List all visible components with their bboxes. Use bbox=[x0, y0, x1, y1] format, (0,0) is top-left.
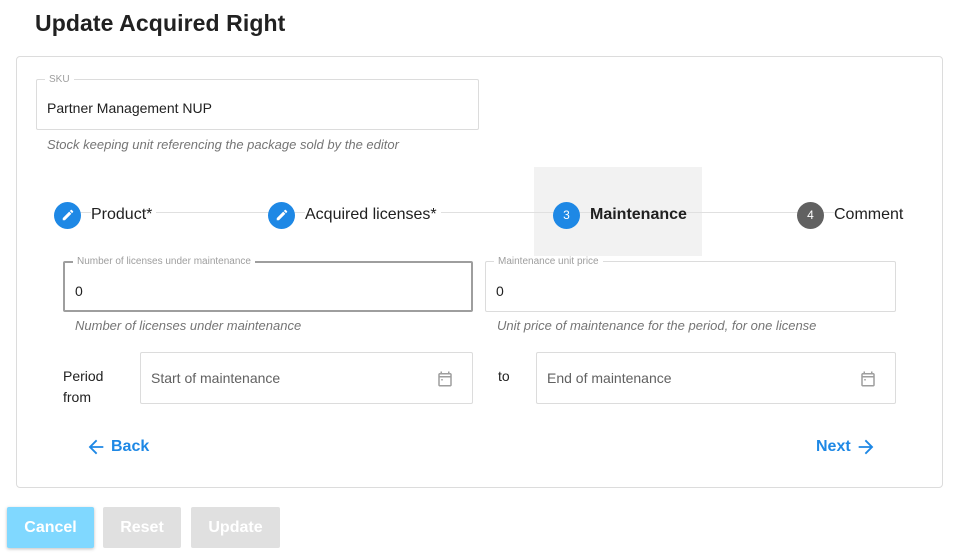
arrow-right-icon bbox=[858, 439, 874, 455]
arrow-left-icon bbox=[88, 439, 104, 455]
step-acquired-licenses[interactable]: Acquired licenses* bbox=[268, 201, 441, 229]
to-label: to bbox=[498, 368, 510, 384]
step-maintenance-label: Maintenance bbox=[590, 206, 687, 223]
step-comment[interactable]: 4 Comment bbox=[797, 201, 908, 229]
sku-field-label: SKU bbox=[45, 74, 74, 85]
cancel-button[interactable]: Cancel bbox=[7, 507, 94, 548]
next-label: Next bbox=[816, 438, 851, 455]
sku-value: Partner Management NUP bbox=[47, 100, 212, 116]
unit-price-field-label: Maintenance unit price bbox=[494, 256, 603, 267]
calendar-icon[interactable] bbox=[436, 370, 454, 388]
page-title: Update Acquired Right bbox=[35, 10, 286, 36]
sku-field[interactable]: SKU Partner Management NUP bbox=[36, 74, 479, 130]
back-label: Back bbox=[111, 438, 150, 455]
licenses-value: 0 bbox=[75, 283, 83, 299]
period-from-label: Period from bbox=[63, 368, 104, 405]
stepper-line bbox=[80, 212, 900, 213]
unit-price-value: 0 bbox=[496, 283, 504, 299]
licenses-hint: Number of licenses under maintenance bbox=[75, 318, 302, 333]
end-of-maintenance-input[interactable]: End of maintenance bbox=[536, 352, 896, 404]
sku-hint: Stock keeping unit referencing the packa… bbox=[47, 137, 399, 152]
step-comment-label: Comment bbox=[834, 206, 908, 224]
step-product-label: Product* bbox=[91, 206, 157, 224]
step-acquired-licenses-label: Acquired licenses* bbox=[305, 206, 441, 224]
pencil-icon bbox=[54, 201, 81, 229]
step-comment-number: 4 bbox=[797, 201, 824, 229]
start-placeholder: Start of maintenance bbox=[151, 370, 281, 386]
start-of-maintenance-input[interactable]: Start of maintenance bbox=[140, 352, 473, 404]
licenses-field-label: Number of licenses under maintenance bbox=[73, 256, 255, 267]
maintenance-unit-price-input[interactable]: Maintenance unit price 0 bbox=[485, 256, 896, 312]
next-button[interactable]: Next bbox=[816, 436, 877, 458]
update-button[interactable]: Update bbox=[191, 507, 280, 548]
licenses-under-maintenance-input[interactable]: Number of licenses under maintenance 0 bbox=[63, 256, 473, 312]
calendar-icon[interactable] bbox=[859, 370, 877, 388]
step-maintenance-number: 3 bbox=[553, 201, 580, 229]
unit-price-hint: Unit price of maintenance for the period… bbox=[497, 318, 817, 333]
pencil-icon bbox=[268, 201, 295, 229]
step-product[interactable]: Product* bbox=[54, 201, 157, 229]
reset-button[interactable]: Reset bbox=[103, 507, 181, 548]
back-button[interactable]: Back bbox=[85, 436, 149, 458]
end-placeholder: End of maintenance bbox=[547, 370, 672, 386]
step-maintenance[interactable]: 3 Maintenance bbox=[553, 201, 691, 229]
